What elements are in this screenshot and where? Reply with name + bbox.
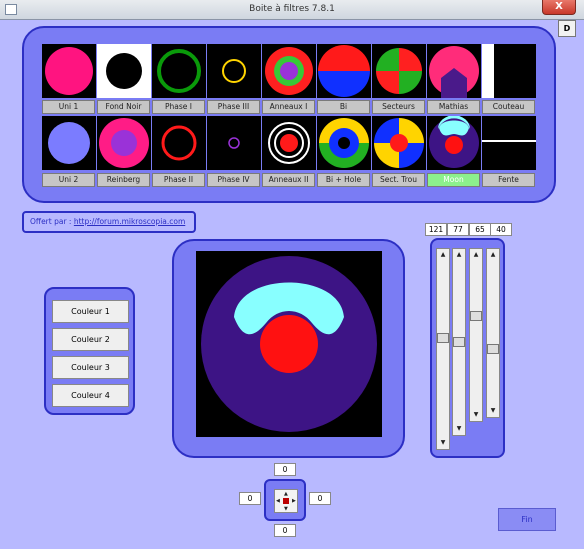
filter-bi-label[interactable]: Bi (317, 100, 370, 114)
d-button[interactable]: D (558, 20, 576, 37)
slider-3-thumb[interactable] (470, 311, 482, 321)
slider-4-down-arrow[interactable]: ▼ (487, 405, 499, 417)
nav-down-arrow[interactable]: ▼ (284, 506, 288, 512)
nav-left-arrow[interactable]: ◀ (276, 498, 280, 504)
window-title: Boite à filtres 7.8.1 (249, 4, 335, 14)
filter-anneaux2-label[interactable]: Anneaux II (262, 173, 315, 187)
filter-reinberg-label[interactable]: Reinberg (97, 173, 150, 187)
filter-reinberg-preview[interactable] (97, 116, 151, 170)
filter-bi-hole-preview[interactable] (317, 116, 371, 170)
filter-mathias-label[interactable]: Mathias (427, 100, 480, 114)
offer-prefix: Offert par : (30, 217, 72, 226)
filter-phase3-label[interactable]: Phase III (207, 100, 260, 114)
filter-uni1-label[interactable]: Uni 1 (42, 100, 95, 114)
position-nav-panel: ▲ ▼ ◀ ▶ (264, 479, 306, 521)
slider-2-thumb[interactable] (453, 337, 465, 347)
filter-bi-hole-label[interactable]: Bi + Hole (317, 173, 370, 187)
title-bar: Boite à filtres 7.8.1 X (0, 0, 584, 20)
slider-4-up-arrow[interactable]: ▲ (487, 249, 499, 261)
slider-1-down-arrow[interactable]: ▼ (437, 437, 449, 449)
filter-phase4-preview[interactable] (207, 116, 261, 170)
filter-sect-trou-label[interactable]: Sect. Trou (372, 173, 425, 187)
filter-secteurs-preview[interactable] (372, 44, 426, 98)
slider-1-up-arrow[interactable]: ▲ (437, 249, 449, 261)
sliders-panel: ▲ ▼ ▲ ▼ ▲ ▼ ▲ ▼ (430, 238, 505, 458)
nav-center-button[interactable] (283, 498, 289, 504)
filters-panel: Uni 1 Fond Noir Phase I Phase III Anneau… (22, 26, 556, 203)
offer-box: Offert par : http://forum.mikroscopia.co… (22, 211, 196, 233)
filter-mathias-preview[interactable] (427, 44, 481, 98)
filter-preview (196, 251, 382, 437)
slider-3-up-arrow[interactable]: ▲ (470, 249, 482, 261)
preview-panel (172, 239, 405, 458)
slider-2-value: 77 (447, 223, 469, 236)
slider-4[interactable]: ▲ ▼ (486, 248, 500, 418)
slider-4-value: 40 (490, 223, 512, 236)
filter-phase4-label[interactable]: Phase IV (207, 173, 260, 187)
slider-3-down-arrow[interactable]: ▼ (470, 409, 482, 421)
filter-uni1-preview[interactable] (42, 44, 96, 98)
filter-phase2-preview[interactable] (152, 116, 206, 170)
filter-fente-label[interactable]: Fente (482, 173, 535, 187)
slider-3-value: 65 (469, 223, 491, 236)
filter-couteau-preview[interactable] (482, 44, 536, 98)
color-4-button[interactable]: Couleur 4 (52, 384, 129, 407)
color-2-button[interactable]: Couleur 2 (52, 328, 129, 351)
moon-filter-preview-graphic (201, 256, 377, 432)
filter-moon-preview[interactable] (427, 116, 481, 170)
slider-3[interactable]: ▲ ▼ (469, 248, 483, 422)
position-top-value[interactable]: 0 (274, 463, 296, 476)
filter-fond-noir-preview[interactable] (97, 44, 151, 98)
slider-4-thumb[interactable] (487, 344, 499, 354)
filter-anneaux1-label[interactable]: Anneaux I (262, 100, 315, 114)
nav-right-arrow[interactable]: ▶ (292, 498, 296, 504)
filter-moon-label[interactable]: Moon (427, 173, 480, 187)
offer-link[interactable]: http://forum.mikroscopia.com (74, 217, 185, 226)
slider-1-value: 121 (425, 223, 447, 236)
fin-button[interactable]: Fin (498, 508, 556, 531)
position-left-value[interactable]: 0 (239, 492, 261, 505)
slider-1[interactable]: ▲ ▼ (436, 248, 450, 450)
colors-panel: Couleur 1 Couleur 2 Couleur 3 Couleur 4 (44, 287, 135, 415)
position-right-value[interactable]: 0 (309, 492, 331, 505)
filter-anneaux1-preview[interactable] (262, 44, 316, 98)
filter-fond-noir-label[interactable]: Fond Noir (97, 100, 150, 114)
position-bottom-value[interactable]: 0 (274, 524, 296, 537)
filter-phase3-preview[interactable] (207, 44, 261, 98)
filter-secteurs-label[interactable]: Secteurs (372, 100, 425, 114)
filter-anneaux2-preview[interactable] (262, 116, 316, 170)
slider-2[interactable]: ▲ ▼ (452, 248, 466, 436)
color-1-button[interactable]: Couleur 1 (52, 300, 129, 323)
filter-couteau-label[interactable]: Couteau (482, 100, 535, 114)
color-3-button[interactable]: Couleur 3 (52, 356, 129, 379)
close-button[interactable]: X (542, 0, 576, 15)
slider-1-thumb[interactable] (437, 333, 449, 343)
filter-bi-preview[interactable] (317, 44, 371, 98)
filter-phase1-preview[interactable] (152, 44, 206, 98)
slider-2-up-arrow[interactable]: ▲ (453, 249, 465, 261)
nav-up-arrow[interactable]: ▲ (284, 491, 288, 497)
filter-uni2-preview[interactable] (42, 116, 96, 170)
position-nav-pad[interactable]: ▲ ▼ ◀ ▶ (274, 489, 298, 513)
filter-uni2-label[interactable]: Uni 2 (42, 173, 95, 187)
filter-phase2-label[interactable]: Phase II (152, 173, 205, 187)
slider-2-down-arrow[interactable]: ▼ (453, 423, 465, 435)
filter-phase1-label[interactable]: Phase I (152, 100, 205, 114)
filter-sect-trou-preview[interactable] (372, 116, 426, 170)
filter-fente-preview[interactable] (482, 116, 536, 170)
